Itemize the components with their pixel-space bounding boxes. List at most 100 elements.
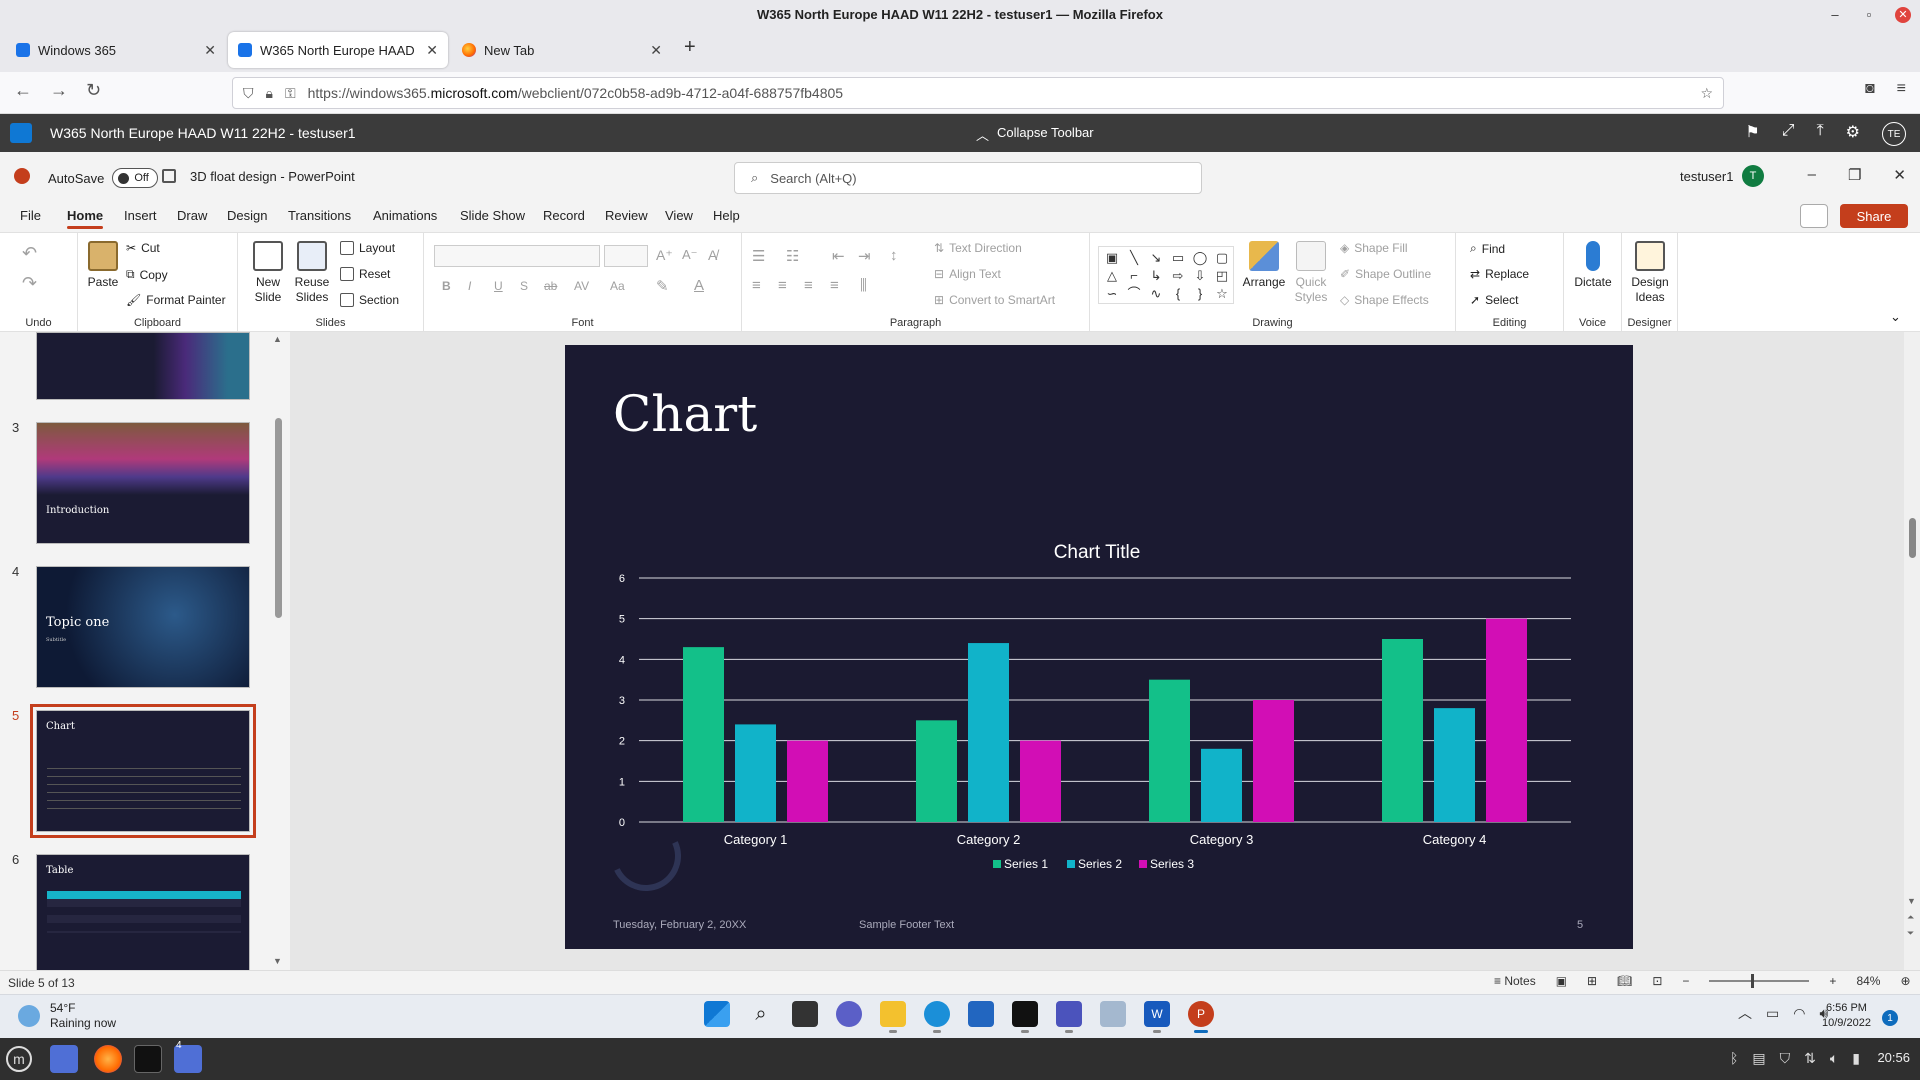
tab-file[interactable]: File	[20, 208, 41, 223]
line-shape-icon[interactable]: ╲	[1124, 250, 1144, 266]
pocket-icon[interactable]: ◙	[1865, 80, 1875, 98]
disconnect-icon[interactable]: ⤒	[1817, 122, 1824, 146]
battery-icon[interactable]: ▮	[1852, 1050, 1860, 1067]
tab-transitions[interactable]: Transitions	[288, 208, 351, 223]
word-icon[interactable]: W	[1144, 1001, 1170, 1033]
decrease-font-icon[interactable]: A⁻	[682, 247, 698, 263]
user-avatar[interactable]: T	[1742, 165, 1764, 187]
files-icon[interactable]	[50, 1045, 78, 1073]
teams-icon[interactable]	[1056, 1001, 1082, 1033]
slide-thumbnail-6[interactable]: Table	[36, 854, 250, 970]
reuse-slides-button[interactable]: Reuse Slides	[292, 241, 332, 305]
textbox-shape-icon[interactable]: ▣	[1102, 250, 1122, 266]
tab-record[interactable]: Record	[543, 208, 585, 223]
reading-view-icon[interactable]: 📖︎	[1617, 974, 1632, 988]
tab-slide-show[interactable]: Slide Show	[460, 208, 525, 223]
slide-title[interactable]: Chart	[613, 385, 757, 443]
shape-fill-button[interactable]: ◈ Shape Fill	[1340, 241, 1408, 255]
triangle-shape-icon[interactable]: △	[1102, 268, 1122, 284]
collapse-toolbar-button[interactable]: ︿ Collapse Toolbar	[976, 125, 1094, 144]
align-right-icon[interactable]: ≡	[804, 277, 813, 294]
highlight-icon[interactable]: ✎	[656, 277, 669, 295]
increase-indent-icon[interactable]: ⇥	[858, 247, 871, 265]
character-spacing-icon[interactable]: AV	[574, 279, 589, 293]
shape-effects-button[interactable]: ◇ Shape Effects	[1340, 293, 1429, 307]
current-slide[interactable]: Chart Title 0 1 2 3 4 5 6 Category 1 Category 2…	[565, 345, 1633, 949]
w365-user-avatar[interactable]: TE	[1882, 122, 1906, 146]
section-button[interactable]: Section	[340, 293, 399, 307]
minimize-icon[interactable]: –	[1818, 7, 1852, 22]
new-slide-button[interactable]: New Slide	[248, 241, 288, 305]
slide-thumbnail-4[interactable]: Topic one Subtitle	[36, 566, 250, 688]
freeform-shape-icon[interactable]: ∽	[1102, 286, 1122, 302]
scroll-down-icon[interactable]: ▼	[1907, 896, 1916, 906]
right-arrow-shape-icon[interactable]: ⇨	[1168, 268, 1188, 284]
maximize-icon[interactable]: ▫	[1852, 7, 1886, 22]
oval-shape-icon[interactable]: ◯	[1190, 250, 1210, 266]
scroll-down-icon[interactable]: ▼	[273, 956, 282, 966]
restore-icon[interactable]: ❐	[1848, 166, 1861, 184]
strikethrough-button[interactable]: ab	[544, 279, 557, 293]
tab-animations[interactable]: Animations	[373, 208, 437, 223]
justify-icon[interactable]: ≡	[830, 277, 839, 294]
italic-button[interactable]: I	[468, 279, 471, 293]
settings-gear-icon[interactable]: ⚙	[1846, 122, 1860, 146]
clear-formatting-icon[interactable]: A̸	[708, 247, 717, 263]
hamburger-menu-icon[interactable]: ≡	[1897, 80, 1906, 98]
tab-design[interactable]: Design	[227, 208, 267, 223]
user-name[interactable]: testuser1	[1680, 169, 1733, 184]
previous-slide-icon[interactable]: ⏶	[1907, 912, 1914, 923]
fit-to-window-icon[interactable]: ⊕	[1900, 974, 1910, 988]
elbow-arrow-shape-icon[interactable]: ↳	[1146, 268, 1166, 284]
tab-help[interactable]: Help	[713, 208, 740, 223]
url-bar[interactable]: ⛉ 🔒︎ ⚿ https://windows365.microsoft.com/…	[232, 77, 1724, 109]
layout-button[interactable]: Layout	[340, 241, 395, 255]
slide-sorter-icon[interactable]: ⊞	[1587, 974, 1597, 988]
bluetooth-icon[interactable]: ᛒ	[1730, 1050, 1738, 1067]
slide-thumbnail-2[interactable]	[36, 332, 250, 400]
save-icon[interactable]	[162, 169, 176, 183]
notes-button[interactable]: ≡ Notes	[1494, 974, 1536, 988]
font-name-input[interactable]	[434, 245, 600, 267]
back-arrow-icon[interactable]: ←	[14, 80, 32, 101]
bookmark-star-icon[interactable]: ☆	[1700, 85, 1713, 102]
align-text-button[interactable]: ⊟ Align Text	[934, 267, 1001, 281]
convert-smartart-button[interactable]: ⊞ Convert to SmartArt	[934, 293, 1055, 307]
ribbon-expand-chevron-icon[interactable]: ⌄	[1890, 309, 1901, 325]
autosave-toggle[interactable]: Off	[112, 168, 159, 188]
edge-browser-icon[interactable]	[924, 1001, 950, 1033]
store-icon[interactable]	[968, 1001, 994, 1027]
shield-icon[interactable]: ⛉	[243, 85, 254, 102]
quick-styles-button[interactable]: Quick Styles	[1290, 241, 1332, 305]
slide-thumbnail-3[interactable]: Introduction	[36, 422, 250, 544]
bullets-icon[interactable]: ☰	[752, 247, 765, 265]
zoom-slider[interactable]	[1709, 974, 1810, 988]
redo-icon[interactable]: ↷	[22, 273, 37, 294]
comments-button[interactable]	[1800, 204, 1828, 228]
browser-tab-new-tab[interactable]: New Tab ✕	[452, 32, 672, 68]
align-left-icon[interactable]: ≡	[752, 277, 761, 294]
arrow-line-shape-icon[interactable]: ↘	[1146, 250, 1166, 266]
normal-view-icon[interactable]: ▣	[1556, 974, 1567, 988]
font-size-input[interactable]	[604, 245, 648, 267]
align-center-icon[interactable]: ≡	[778, 277, 787, 294]
windows-clock[interactable]: 6:56 PM 10/9/2022	[1822, 1001, 1871, 1031]
tab-view[interactable]: View	[665, 208, 693, 223]
copy-button[interactable]: ⧉ Copy	[126, 267, 168, 282]
zoom-in-icon[interactable]: +	[1829, 974, 1836, 988]
network-icon[interactable]: ⇅	[1804, 1050, 1816, 1067]
tab-close-icon[interactable]: ✕	[426, 42, 438, 59]
reload-icon[interactable]: ↻	[86, 80, 101, 101]
file-explorer-icon[interactable]	[880, 1001, 906, 1033]
zoom-out-icon[interactable]: −	[1682, 974, 1689, 988]
firefox-icon[interactable]	[94, 1045, 122, 1073]
thumbnail-scrollbar[interactable]: ▲ ▼	[270, 332, 286, 970]
host-clock[interactable]: 20:56	[1877, 1050, 1910, 1065]
browser-tab-w365-session[interactable]: W365 North Europe HAAD W11 22H2 - testus…	[228, 32, 448, 68]
windows-start-icon[interactable]	[704, 1001, 730, 1027]
close-icon[interactable]: ✕	[1893, 166, 1906, 184]
feedback-icon[interactable]: ⚑	[1745, 122, 1759, 146]
arc-shape-icon[interactable]: ⌒	[1124, 286, 1144, 302]
select-button[interactable]: ➚ Select	[1470, 293, 1518, 307]
fullscreen-icon[interactable]: ⤢	[1782, 122, 1795, 146]
